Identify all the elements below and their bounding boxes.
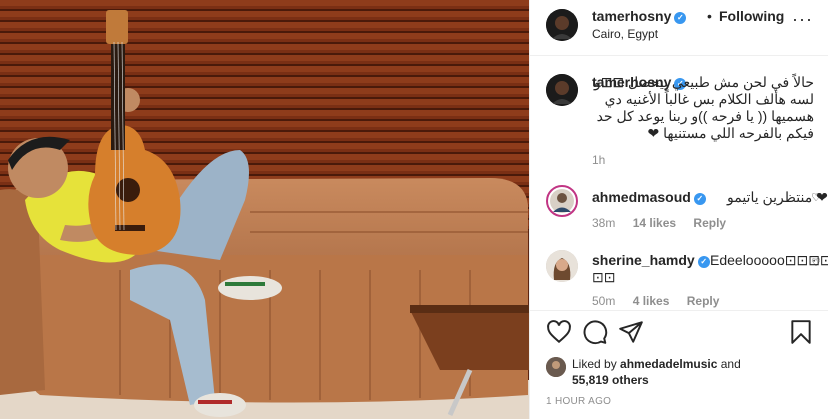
caption-text: حالاً في لحن مش طبيعي بيحصل ⊡⊡و لسه هألف… [593,74,814,141]
comment-time: 38m [592,216,616,230]
verified-icon: ✓ [697,256,710,268]
comment-heart-icon[interactable]: ♡ [811,256,821,269]
comment-username-text[interactable]: sherine_hamdy [592,252,695,268]
author-username-text[interactable]: tamerhosny [592,8,671,24]
liked-by-text: Liked by ahmedadelmusic and [572,357,741,372]
comment-username-text[interactable]: ahmedmasoud [592,189,691,205]
liked-by-user[interactable]: ahmedadelmusic [620,357,717,371]
post-location[interactable]: Cairo, Egypt [592,27,658,41]
author-avatar[interactable] [546,9,578,41]
post-timestamp[interactable]: 1 HOUR AGO [546,396,611,407]
liked-by-suffix: and [717,357,741,371]
comment-username[interactable]: sherine_hamdy ✓ [592,252,710,268]
share-icon[interactable] [618,319,644,345]
author-username[interactable]: tamerhosny ✓ [592,8,687,24]
comment-likes[interactable]: 14 likes [633,216,676,230]
bookmark-icon[interactable] [788,319,814,345]
comment-text-continued: ⊡⊡ [592,269,616,285]
comment-icon[interactable] [582,319,608,345]
caption-avatar[interactable] [546,74,578,106]
verified-icon: ✓ [674,12,687,24]
likes-count[interactable]: 55,819 others [572,373,649,387]
more-icon[interactable]: ··· [792,10,813,28]
liker-avatar[interactable] [546,357,566,377]
liked-by-prefix: Liked by [572,357,621,371]
comment-avatar[interactable] [546,185,578,217]
comment-meta: 38m 14 likes Reply [592,216,740,230]
header-separator: • [707,8,712,24]
caption-time: 1h [592,153,606,167]
post-panel: tamerhosny ✓ • Following Cairo, Egypt ···… [529,0,828,419]
comments-section: tamerhosny ✓ حالاً في لحن مش طبيعي بيحصل … [530,57,828,310]
reply-button[interactable]: Reply [693,216,726,230]
comment-likes[interactable]: 4 likes [633,294,670,308]
following-button[interactable]: Following [719,8,784,24]
comment-username[interactable]: ahmedmasoud ✓ [592,189,706,205]
comment-meta: 50m 4 likes Reply [592,294,733,308]
reply-button[interactable]: Reply [687,294,720,308]
post-header: tamerhosny ✓ • Following Cairo, Egypt ··· [530,0,828,56]
verified-icon: ✓ [693,193,706,205]
post-photo[interactable] [0,0,529,419]
action-bar [530,310,828,354]
comment-heart-icon[interactable]: ♡ [811,191,821,204]
heart-icon[interactable] [546,319,572,345]
comment-time: 50m [592,294,616,308]
post-image [0,0,529,419]
comment-avatar[interactable] [546,250,578,282]
